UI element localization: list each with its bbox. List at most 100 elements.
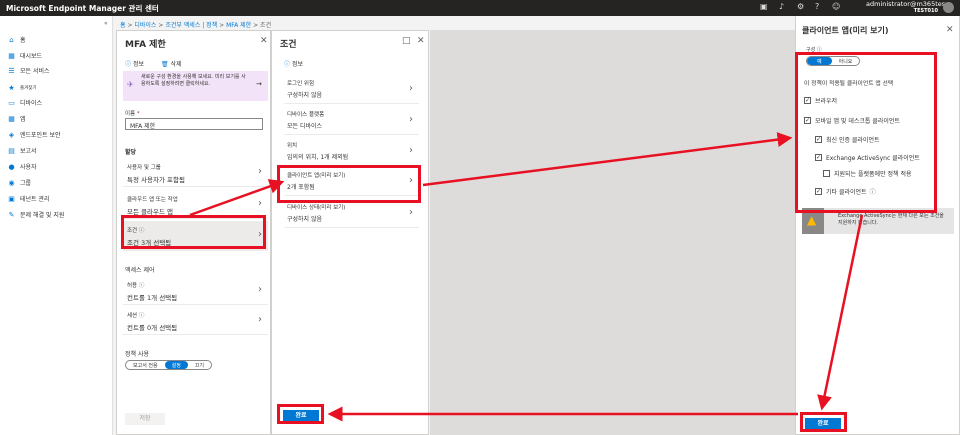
eas-checkbox[interactable]: ✓ Exchange ActiveSync 클라이언트	[815, 153, 920, 162]
breadcrumb-ca-policies[interactable]: 조건부 액세스 | 정책	[165, 22, 217, 29]
name-input[interactable]: MFA 제한	[125, 118, 263, 130]
blade-title: 클라이언트 앱(미리 보기)	[802, 26, 889, 35]
conditions-value: 조건 3개 선택됨	[127, 239, 172, 247]
sidebar-item-4[interactable]: ▭ 디바이스	[7, 97, 42, 108]
sidebar-item-10[interactable]: ▣ 테넌트 관리	[7, 193, 49, 204]
close-icon[interactable]: ✕	[260, 36, 268, 46]
mobile-desktop-checkbox[interactable]: ✓ 모바일 앱 및 데스크톱 클라이언트	[804, 116, 900, 125]
chevron-right-icon: ›	[409, 83, 413, 94]
info-button[interactable]: ⓘ 정보	[125, 59, 144, 68]
session-value: 컨트롤 0개 선택됨	[127, 324, 178, 332]
conditions-label: 조건 ⓘ	[127, 228, 145, 234]
info-button[interactable]: ⓘ 정보	[284, 59, 303, 68]
account-menu[interactable]: administrator@m365tes... TEST010	[866, 0, 952, 15]
checkmark-icon: ✓	[815, 188, 822, 195]
conditions-row[interactable]: 조건 ⓘ 조건 3개 선택됨 ›	[123, 221, 268, 251]
chevron-right-icon: ›	[258, 198, 262, 209]
sidebar-item-8[interactable]: ● 사용자	[7, 161, 36, 172]
user-icon: ●	[8, 162, 15, 171]
conditions-done-button[interactable]: 완료	[283, 410, 319, 421]
option-no[interactable]: 아니요	[832, 57, 860, 65]
sidebar-item-label: 홈	[20, 37, 26, 44]
user-email: administrator@m365tes...	[866, 0, 952, 8]
close-icon[interactable]: ✕	[946, 25, 954, 35]
condition-label: 클라이언트 앱(미리 보기)	[287, 173, 346, 179]
dashboard-icon: ▦	[8, 51, 15, 60]
sidebar-item-9[interactable]: ◉ 그룹	[7, 177, 31, 188]
condition-row-0[interactable]: 로그인 위험 구성하지 않음 ›	[284, 77, 419, 104]
sidebar-item-11[interactable]: ✎ 문제 해결 및 지원	[7, 209, 65, 220]
condition-row-4[interactable]: 디바이스 상태(미리 보기) 구성하지 않음 ›	[284, 201, 419, 228]
modern-auth-checkbox[interactable]: ✓ 최신 인증 클라이언트	[815, 135, 880, 144]
supported-platforms-checkbox[interactable]: 지원되는 플랫폼에만 정책 적용	[823, 169, 911, 178]
blade-title: 조건	[280, 40, 297, 50]
sidebar-item-5[interactable]: ▦ 앱	[7, 113, 26, 124]
breadcrumb-devices[interactable]: 디바이스	[134, 22, 156, 29]
maximize-icon[interactable]: □	[402, 36, 411, 46]
enable-policy-toggle[interactable]: 보고서 전용 설정 끄기	[125, 360, 212, 370]
preview-banner[interactable]: ✈ 새로운 구성 환경을 사용해 보세요. 미리 보기를 사용하도록 설정하려면…	[123, 71, 268, 101]
other-clients-checkbox[interactable]: ✓ 기타 클라이언트 ⓘ	[815, 187, 876, 196]
all-services-icon: ☰	[8, 66, 15, 75]
configure-toggle[interactable]: 예 아니요	[806, 56, 861, 66]
chevron-right-icon: ›	[409, 175, 413, 186]
grant-row[interactable]: 허용 ⓘ 컨트롤 1개 선택됨 ›	[123, 277, 268, 305]
breadcrumb-home[interactable]: 홈	[120, 22, 126, 29]
info-icon: ⓘ	[284, 61, 291, 68]
help-icon[interactable]: ?	[815, 2, 819, 11]
tenant-name: TEST010	[913, 8, 938, 14]
sidebar-item-7[interactable]: ▤ 보고서	[7, 145, 36, 156]
condition-value: 임의의 위치, 1개 제외됨	[287, 154, 349, 161]
checkmark-icon: ✓	[804, 97, 811, 104]
condition-row-3[interactable]: 클라이언트 앱(미리 보기) 2개 포함됨 ›	[284, 169, 419, 196]
app-title: Microsoft Endpoint Manager 관리 센터	[6, 4, 159, 13]
sidebar-item-6[interactable]: ◈ 엔드포인트 보안	[7, 129, 61, 140]
option-report-only[interactable]: 보고서 전용	[126, 361, 165, 369]
sidebar-item-2[interactable]: ☰ 모든 서비스	[7, 65, 50, 76]
session-label: 세션 ⓘ	[127, 313, 145, 319]
option-yes[interactable]: 예	[807, 57, 832, 65]
users-label: 사용자 및 그룹	[127, 165, 161, 171]
security-shield-icon: ◈	[8, 130, 15, 139]
cloud-apps-row[interactable]: 클라우드 앱 또는 작업 모든 클라우드 앱 ›	[123, 191, 268, 219]
condition-label: 로그인 위험	[287, 81, 315, 87]
delete-button[interactable]: 🗑 삭제	[161, 59, 182, 68]
breadcrumb-mfa[interactable]: MFA 제한	[226, 22, 251, 29]
sidebar-item-label: 모든 서비스	[20, 68, 50, 75]
favorites-star-icon: ★	[8, 83, 15, 92]
settings-gear-icon[interactable]: ⚙	[797, 2, 804, 11]
sidebar-item-1[interactable]: ▦ 대시보드	[7, 50, 42, 61]
info-icon: ⓘ	[125, 61, 132, 68]
condition-row-2[interactable]: 위치 임의의 위치, 1개 제외됨 ›	[284, 139, 419, 166]
chevron-right-icon: ›	[258, 166, 262, 177]
users-and-groups-row[interactable]: 사용자 및 그룹 특정 사용자가 포함됨 ›	[123, 159, 268, 187]
breadcrumb: 홈 > 디바이스 > 조건부 액세스 | 정책 > MFA 제한 > 조건	[120, 22, 272, 29]
sidebar-item-label: 앱	[20, 116, 26, 123]
sidebar-item-label: 즐겨찾기	[20, 85, 37, 91]
grant-label: 허용 ⓘ	[127, 283, 145, 289]
client-apps-done-button[interactable]: 완료	[805, 418, 841, 429]
select-apps-text: 이 정책이 적용될 클라이언트 앱 선택	[804, 81, 894, 87]
warning-icon: ▲	[807, 213, 817, 227]
warning-banner: ▲ Exchange ActiveSync는 현재 다른 모든 조건을 지원하지…	[802, 208, 954, 234]
sidebar-item-0[interactable]: ⌂ 홈	[7, 34, 26, 45]
close-icon[interactable]: ✕	[417, 36, 425, 46]
notifications-bell-icon[interactable]: ♪	[779, 2, 784, 11]
sidebar-item-label: 엔드포인트 보안	[20, 132, 61, 139]
chevron-right-icon: ›	[258, 314, 262, 325]
collapse-sidebar-icon[interactable]: «	[104, 20, 108, 27]
session-row[interactable]: 세션 ⓘ 컨트롤 0개 선택됨 ›	[123, 307, 268, 335]
condition-row-1[interactable]: 디바이스 플랫폼 모든 디바이스 ›	[284, 108, 419, 135]
feedback-icon[interactable]: ☺	[832, 2, 840, 11]
mfa-policy-blade: MFA 제한 ✕ ⓘ 정보 🗑 삭제 ✈ 새로운 구성 환경을 사용해 보세요.…	[116, 30, 271, 435]
condition-value: 모든 디바이스	[287, 123, 323, 130]
arrow-right-icon: →	[256, 80, 262, 88]
screen-icon[interactable]: ▣	[760, 2, 768, 11]
option-on[interactable]: 설정	[164, 361, 188, 369]
sidebar-item-label: 그룹	[20, 180, 32, 187]
browser-checkbox[interactable]: ✓ 브라우저	[804, 96, 837, 105]
option-off[interactable]: 끄기	[188, 361, 211, 369]
top-bar: Microsoft Endpoint Manager 관리 센터 ▣ ♪ ⚙ ?…	[0, 0, 960, 16]
save-button[interactable]: 저장	[125, 413, 165, 425]
avatar[interactable]	[943, 2, 954, 13]
